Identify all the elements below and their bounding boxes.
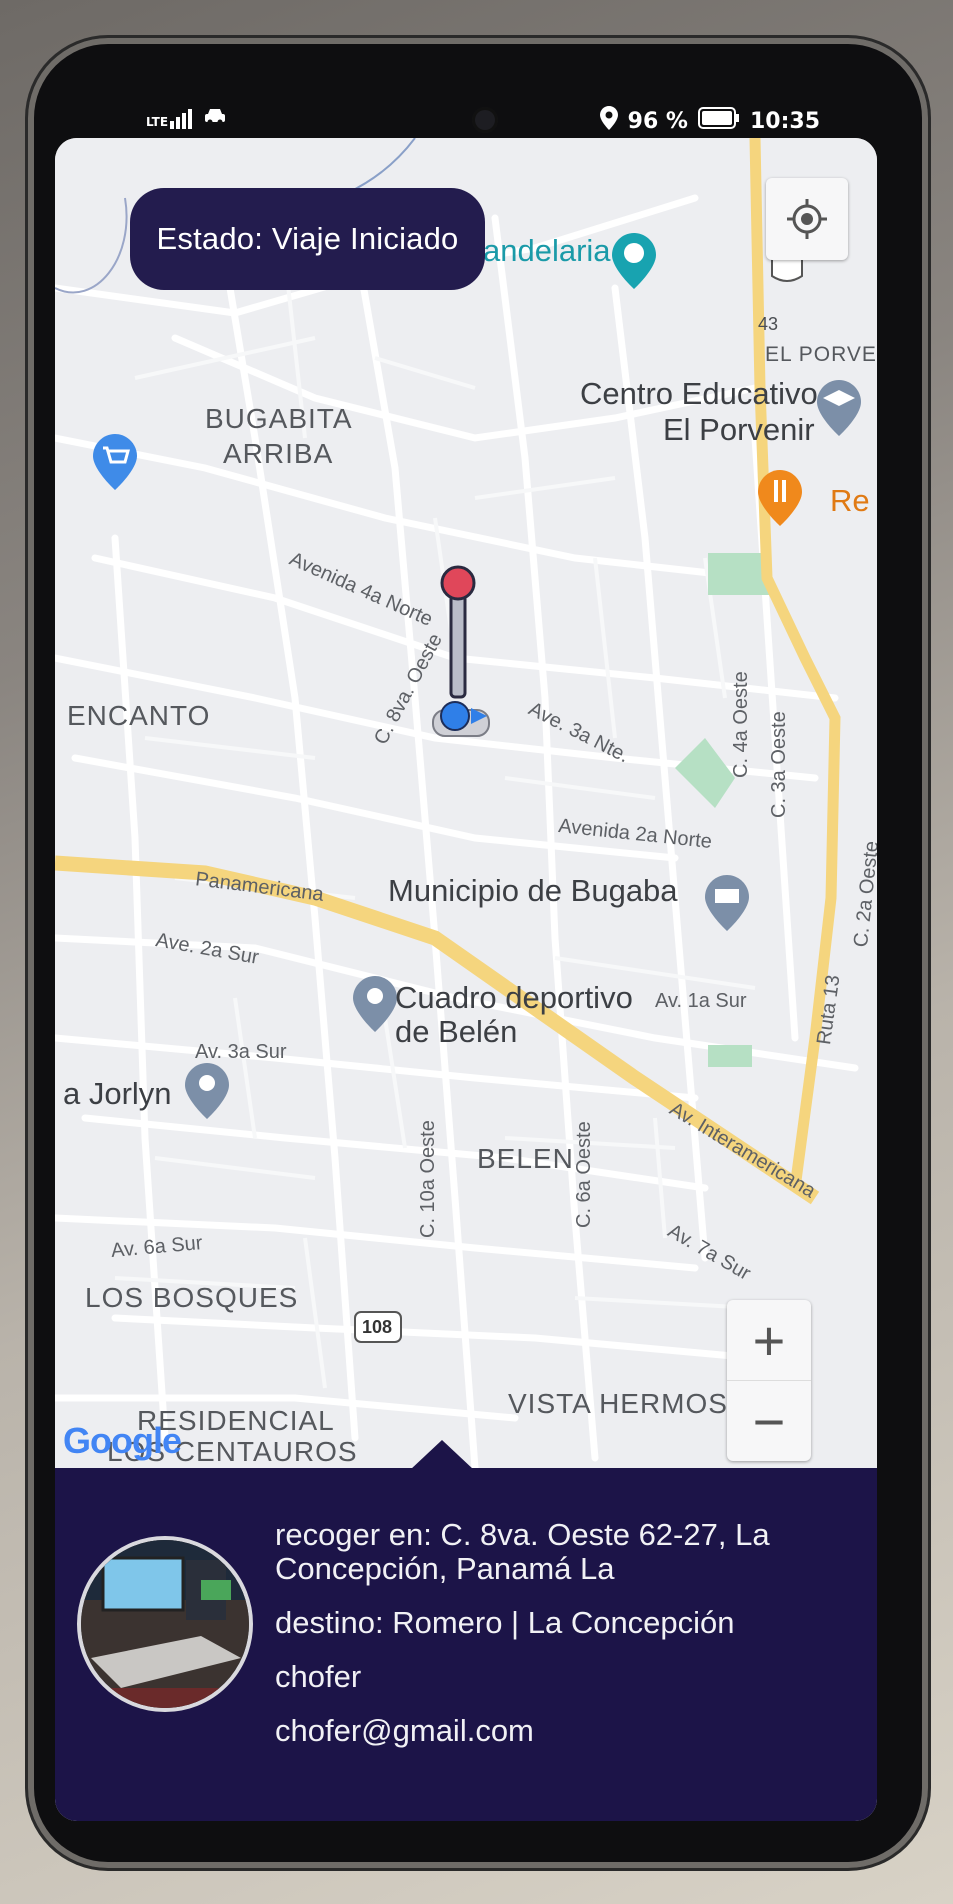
route-43-shield bbox=[771, 257, 803, 282]
map-label-bugabita: BUGABITA bbox=[205, 403, 353, 434]
road-c-6a-oeste: C. 6a Oeste bbox=[573, 1121, 595, 1228]
road-c-4a-oeste: C. 4a Oeste bbox=[730, 671, 752, 778]
map-label-candelaria: andelaria bbox=[483, 233, 611, 268]
road-c-3a-oeste: C. 3a Oeste bbox=[768, 711, 790, 818]
trip-info-panel: recoger en: C. 8va. Oeste 62-27, La Conc… bbox=[55, 1440, 877, 1821]
google-logo: Google bbox=[63, 1420, 182, 1461]
avatar bbox=[77, 1536, 253, 1712]
trip-status-chip: Estado: Viaje Iniciado bbox=[130, 188, 485, 290]
road-c-10a-oeste: C. 10a Oeste bbox=[417, 1120, 439, 1238]
zoom-in-button[interactable]: + bbox=[727, 1300, 811, 1381]
battery-icon bbox=[697, 107, 740, 135]
road-av-3a-sur: Av. 3a Sur bbox=[195, 1041, 287, 1063]
pickup-address: recoger en: C. 8va. Oeste 62-27, La Conc… bbox=[275, 1517, 770, 1587]
driver-email: chofer@gmail.com bbox=[275, 1713, 534, 1749]
map-label-los-bosques: LOS BOSQUES bbox=[85, 1282, 299, 1313]
my-location-icon bbox=[787, 199, 827, 239]
map-label-municipio: Municipio de Bugaba bbox=[388, 873, 678, 908]
clock: 10:35 bbox=[749, 108, 820, 134]
map-label-centro-educativo: Centro Educativo bbox=[580, 376, 818, 411]
map-label-arriba: ARRIBA bbox=[223, 438, 334, 469]
zoom-controls: + − bbox=[727, 1300, 811, 1461]
map-label-restaurant: Re bbox=[830, 483, 870, 518]
map-label-jorlyn: a Jorlyn bbox=[63, 1076, 172, 1111]
zoom-out-button[interactable]: − bbox=[727, 1381, 811, 1461]
road-av-1a-sur: Av. 1a Sur bbox=[655, 990, 747, 1012]
map-label-el-porvenir-school: El Porvenir bbox=[663, 412, 815, 447]
battery-percent: 96 % bbox=[627, 108, 688, 134]
destination-address: destino: Romero | La Concepción bbox=[275, 1605, 735, 1641]
trip-details: recoger en: C. 8va. Oeste 62-27, La Conc… bbox=[275, 1517, 835, 1768]
map-label-cuadro-deportivo: Cuadro deportivo bbox=[395, 980, 633, 1015]
route-108-label: 108 bbox=[362, 1317, 393, 1337]
driver-name: chofer bbox=[275, 1659, 362, 1695]
app-screen: andelaria 43 EL PORVEN Centro Educativo … bbox=[55, 138, 877, 1821]
map-label-vista-hermosa: VISTA HERMOSA bbox=[508, 1388, 748, 1419]
front-camera bbox=[472, 107, 498, 133]
map-label-belen: BELEN bbox=[477, 1143, 574, 1174]
map-label-encanto: ENCANTO bbox=[67, 700, 211, 731]
location-pin-icon bbox=[599, 106, 618, 136]
map-label-de-belen: de Belén bbox=[395, 1014, 518, 1049]
signal-icon: LTE bbox=[146, 108, 194, 129]
car-icon bbox=[204, 106, 226, 131]
route-43-label: 43 bbox=[758, 314, 779, 334]
map-label-el-porvenir: EL PORVEN bbox=[765, 343, 877, 366]
my-location-button[interactable] bbox=[766, 178, 848, 260]
